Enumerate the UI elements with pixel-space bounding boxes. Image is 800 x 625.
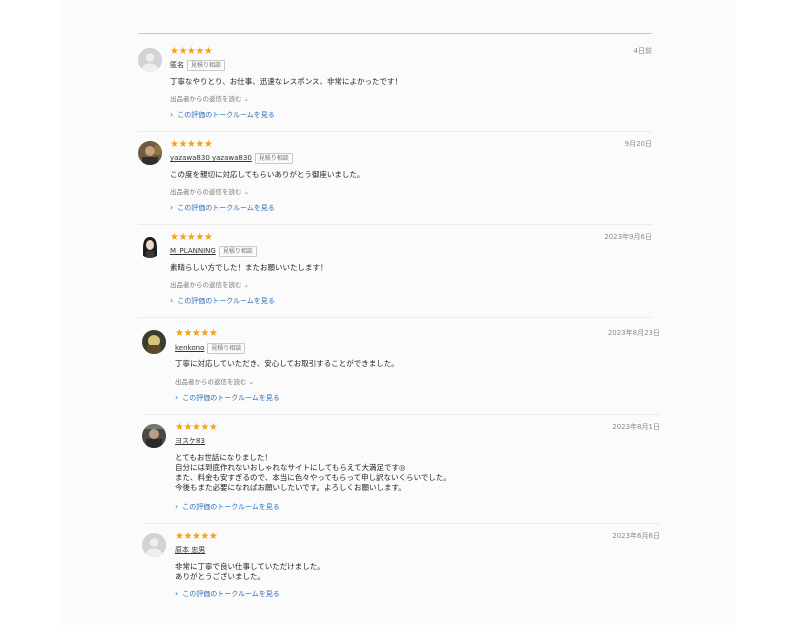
user-photo-avatar[interactable] bbox=[138, 141, 162, 165]
review-text: 丁寧なやりとり、お仕事、迅速なレスポンス、非常によかったです！ bbox=[170, 77, 403, 86]
seller-reply-toggle[interactable]: 出品者からの返信を読む ⌄ bbox=[170, 280, 249, 290]
reviewer-line: 匿名 見積り相談 bbox=[170, 59, 226, 71]
seller-reply-toggle[interactable]: 出品者からの返信を読む ⌄ bbox=[170, 94, 249, 104]
estimate-badge: 見積り相談 bbox=[254, 152, 293, 164]
talkroom-link[interactable]: › この評価のトークルームを見る bbox=[175, 589, 280, 599]
review-text: 非常に丁寧で良い仕事していただけました。 ありがとうございました。 bbox=[175, 562, 325, 581]
talkroom-link[interactable]: › この評価のトークルームを見る bbox=[175, 502, 280, 512]
review-text: 丁寧に対応していただき、安心してお取引することができました。 bbox=[175, 359, 399, 368]
reviewer-name[interactable]: yazawa830 yazawa830 bbox=[170, 154, 252, 162]
reviewer-line: ヨスケ83 bbox=[175, 435, 205, 447]
reviewer-name[interactable]: 原本 忠男 bbox=[175, 546, 205, 554]
rating-stars: ★★★★★ bbox=[170, 46, 213, 57]
chevron-right-icon: › bbox=[170, 296, 174, 305]
rating-stars: ★★★★★ bbox=[175, 422, 218, 433]
reviewer-name[interactable]: ヨスケ83 bbox=[175, 437, 205, 445]
estimate-badge: 見積り相談 bbox=[207, 342, 246, 354]
default-avatar-icon bbox=[142, 533, 166, 557]
user-photo-avatar[interactable] bbox=[142, 424, 166, 448]
review-date: 2023年8月1日 bbox=[612, 423, 660, 431]
review-divider bbox=[142, 414, 660, 415]
chevron-right-icon: › bbox=[175, 502, 179, 511]
talkroom-link[interactable]: › この評価のトークルームを見る bbox=[170, 110, 275, 120]
review-date: 2023年8月23日 bbox=[607, 329, 660, 337]
rating-stars: ★★★★★ bbox=[175, 328, 218, 339]
talkroom-link[interactable]: › この評価のトークルームを見る bbox=[170, 296, 275, 306]
user-photo-avatar[interactable] bbox=[138, 234, 162, 258]
chevron-right-icon: › bbox=[175, 393, 179, 402]
reviewer-line: yazawa830 yazawa830 見積り相談 bbox=[170, 152, 293, 164]
rating-stars: ★★★★★ bbox=[170, 232, 213, 243]
rating-stars: ★★★★★ bbox=[170, 139, 213, 150]
chevron-right-icon: › bbox=[170, 203, 174, 212]
review-date: 2023年6月6日 bbox=[612, 532, 660, 540]
top-divider bbox=[138, 33, 652, 34]
review-text: とてもお世話になりました！ 自分には到底作れないおしゃれなサイトにしてもらえて大… bbox=[175, 453, 451, 492]
review-divider bbox=[138, 317, 652, 318]
chevron-right-icon: › bbox=[170, 110, 174, 119]
talkroom-link[interactable]: › この評価のトークルームを見る bbox=[175, 393, 280, 403]
default-avatar-icon bbox=[138, 48, 162, 72]
seller-reply-toggle[interactable]: 出品者からの返信を読む ⌄ bbox=[170, 187, 249, 197]
reviewer-name[interactable]: M_PLANNING bbox=[170, 247, 216, 255]
review-divider bbox=[142, 523, 660, 524]
reviewer-name[interactable]: kenkono bbox=[175, 344, 204, 352]
reviewer-line: M_PLANNING 見積り相談 bbox=[170, 245, 257, 257]
review-text: 素晴らしい方でした！またお願いいたします！ bbox=[170, 263, 328, 272]
user-photo-avatar[interactable] bbox=[142, 330, 166, 354]
reviewer-line: kenkono 見積り相談 bbox=[175, 342, 246, 354]
review-date: 2023年9月6日 bbox=[604, 233, 652, 241]
talkroom-link[interactable]: › この評価のトークルームを見る bbox=[170, 203, 275, 213]
seller-reply-toggle[interactable]: 出品者からの返信を読む ⌄ bbox=[175, 377, 254, 387]
review-date: 4日前 bbox=[633, 47, 652, 55]
review-date: 9月20日 bbox=[624, 140, 652, 148]
chevron-right-icon: › bbox=[175, 589, 179, 598]
reviewer-name: 匿名 bbox=[170, 61, 184, 69]
review-divider bbox=[138, 224, 652, 225]
estimate-badge: 見積り相談 bbox=[218, 245, 257, 257]
review-divider bbox=[138, 131, 652, 132]
rating-stars: ★★★★★ bbox=[175, 531, 218, 542]
estimate-badge: 見積り相談 bbox=[187, 59, 226, 71]
review-text: この度を親切に対応してもらいありがとう御座いました。 bbox=[170, 170, 365, 179]
reviewer-line: 原本 忠男 bbox=[175, 544, 205, 556]
